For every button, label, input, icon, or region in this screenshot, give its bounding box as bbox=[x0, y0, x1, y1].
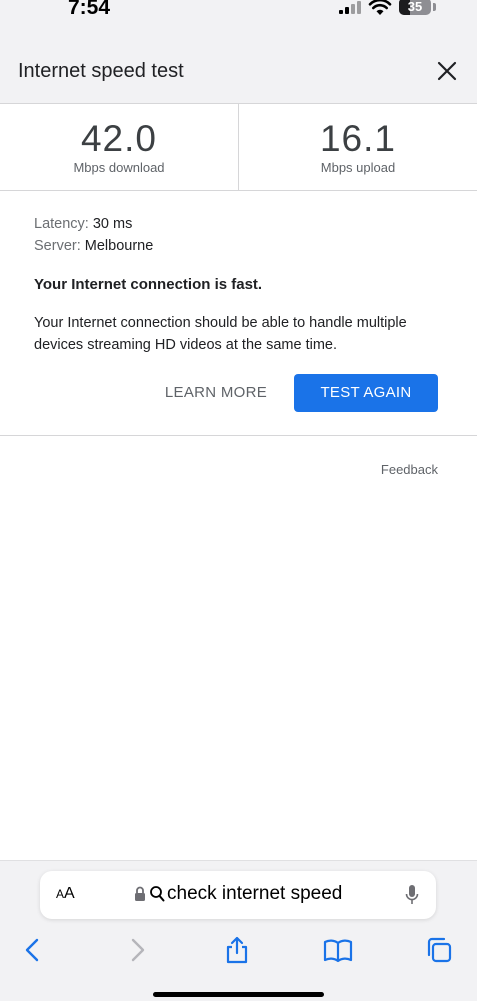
server-label: Server: bbox=[34, 238, 81, 254]
text-size-button[interactable]: AA bbox=[56, 885, 75, 903]
result-headline: Your Internet connection is fast. bbox=[34, 276, 263, 293]
feedback-link[interactable]: Feedback bbox=[381, 462, 438, 477]
result-description: Your Internet connection should be able … bbox=[34, 315, 407, 353]
server-line: Server: Melbourne bbox=[34, 238, 153, 254]
download-result: 42.0 Mbps download bbox=[0, 104, 239, 190]
battery-level: 35 bbox=[407, 0, 423, 14]
latency-label: Latency: bbox=[34, 216, 89, 232]
back-icon[interactable] bbox=[18, 935, 48, 965]
upload-result: 16.1 Mbps upload bbox=[239, 104, 477, 190]
latency-line: Latency: 30 ms bbox=[34, 216, 132, 232]
close-icon[interactable] bbox=[436, 60, 458, 82]
lock-icon bbox=[135, 886, 145, 901]
tabs-icon[interactable] bbox=[424, 935, 454, 965]
bookmarks-icon[interactable] bbox=[323, 935, 353, 965]
share-icon[interactable] bbox=[222, 935, 252, 965]
signal-icon bbox=[339, 1, 361, 14]
speed-results: 42.0 Mbps download 16.1 Mbps upload bbox=[0, 104, 477, 191]
page-title: Internet speed test bbox=[18, 60, 184, 82]
url-text[interactable]: check internet speed bbox=[167, 883, 342, 905]
upload-unit: Mbps upload bbox=[320, 160, 396, 175]
learn-more-button[interactable]: LEARN MORE bbox=[154, 374, 278, 412]
status-bar: 7:54 35 bbox=[0, 0, 477, 42]
download-value: 42.0 bbox=[80, 118, 157, 159]
address-bar[interactable]: AA check internet speed bbox=[40, 871, 436, 919]
upload-value: 16.1 bbox=[319, 118, 396, 159]
speed-test-header: Internet speed test bbox=[0, 42, 477, 104]
server-value: Melbourne bbox=[84, 238, 154, 254]
divider bbox=[0, 435, 477, 436]
latency-value: 30 ms bbox=[92, 216, 133, 232]
speed-test-card: 42.0 Mbps download 16.1 Mbps upload Late… bbox=[0, 104, 477, 860]
test-again-button[interactable]: TEST AGAIN bbox=[294, 374, 438, 412]
forward-icon[interactable] bbox=[122, 935, 152, 965]
wifi-icon bbox=[368, 0, 392, 15]
battery-icon: 35 bbox=[399, 0, 431, 15]
search-icon bbox=[150, 886, 165, 902]
mic-icon[interactable] bbox=[404, 883, 420, 907]
status-time: 7:54 bbox=[68, 0, 111, 19]
home-indicator bbox=[153, 992, 324, 997]
download-unit: Mbps download bbox=[73, 160, 165, 175]
browser-toolbar: AA check internet speed bbox=[0, 860, 477, 1001]
